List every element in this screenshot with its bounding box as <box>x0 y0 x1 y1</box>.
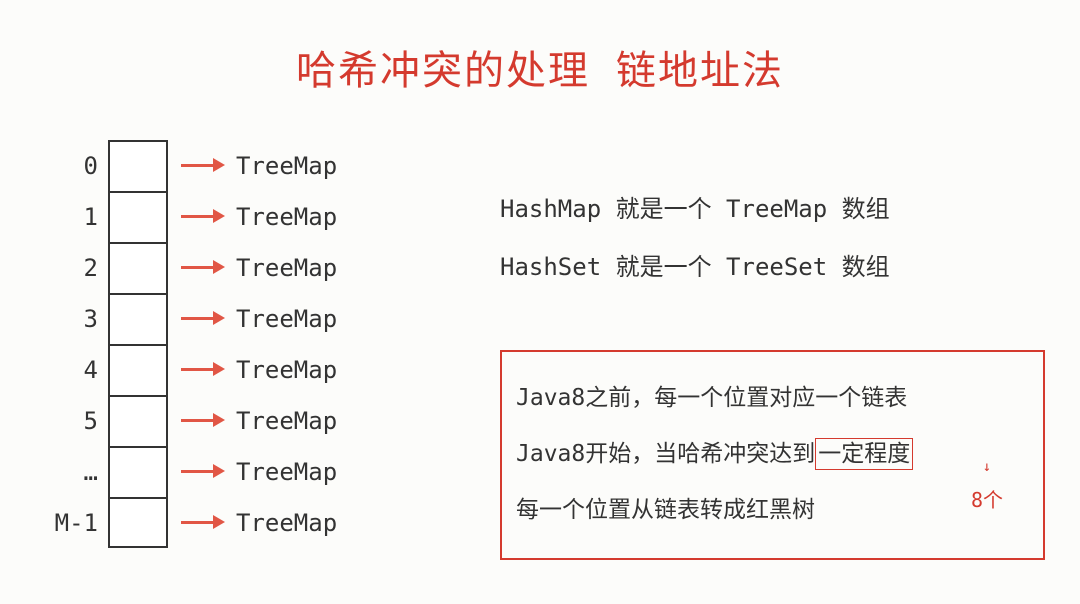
bucket-value-label: TreeMap <box>228 152 337 180</box>
arrow-icon <box>168 215 228 218</box>
description-line: HashMap 就是一个 TreeMap 数组 <box>500 180 890 238</box>
annotation-label: ↓ 8个 <box>971 462 1003 528</box>
bucket-index: 3 <box>48 305 108 333</box>
bucket-cell <box>108 242 168 293</box>
description-block: HashMap 就是一个 TreeMap 数组 HashSet 就是一个 Tre… <box>500 180 890 296</box>
diagram-title: 哈希冲突的处理 链地址法 <box>0 0 1080 96</box>
bucket-cell <box>108 446 168 497</box>
bucket-value-label: TreeMap <box>228 356 337 384</box>
highlight-line: 每一个位置从链表转成红黑树 <box>516 482 1029 538</box>
inner-highlight-box: 一定程度 <box>815 438 913 470</box>
bucket-value-label: TreeMap <box>228 458 337 486</box>
bucket-cell <box>108 497 168 548</box>
bucket-index: 2 <box>48 254 108 282</box>
bucket-value-label: TreeMap <box>228 254 337 282</box>
down-arrow-icon: ↓ <box>971 462 1003 472</box>
arrow-icon <box>168 317 228 320</box>
hash-buckets-diagram: 0 TreeMap 1 TreeMap 2 TreeMap 3 TreeMap … <box>48 140 337 548</box>
highlight-box: Java8之前，每一个位置对应一个链表 Java8开始，当哈希冲突达到一定程度 … <box>500 350 1045 560</box>
bucket-row: M-1 TreeMap <box>48 497 337 548</box>
bucket-value-label: TreeMap <box>228 407 337 435</box>
highlight-line: Java8之前，每一个位置对应一个链表 <box>516 370 1029 426</box>
bucket-cell <box>108 140 168 191</box>
bucket-index: 0 <box>48 152 108 180</box>
arrow-icon <box>168 266 228 269</box>
highlight-line-prefix: Java8开始，当哈希冲突达到 <box>516 441 815 467</box>
arrow-icon <box>168 164 228 167</box>
bucket-cell <box>108 344 168 395</box>
annotation-text: 8个 <box>971 472 1003 528</box>
bucket-row: 1 TreeMap <box>48 191 337 242</box>
highlight-line: Java8开始，当哈希冲突达到一定程度 <box>516 426 1029 482</box>
bucket-row: … TreeMap <box>48 446 337 497</box>
bucket-value-label: TreeMap <box>228 305 337 333</box>
bucket-index: M-1 <box>48 509 108 537</box>
bucket-row: 4 TreeMap <box>48 344 337 395</box>
bucket-value-label: TreeMap <box>228 203 337 231</box>
bucket-index: 1 <box>48 203 108 231</box>
arrow-icon <box>168 470 228 473</box>
bucket-row: 3 TreeMap <box>48 293 337 344</box>
arrow-icon <box>168 368 228 371</box>
bucket-cell <box>108 395 168 446</box>
description-line: HashSet 就是一个 TreeSet 数组 <box>500 238 890 296</box>
arrow-icon <box>168 419 228 422</box>
bucket-row: 2 TreeMap <box>48 242 337 293</box>
bucket-cell <box>108 293 168 344</box>
arrow-icon <box>168 521 228 524</box>
bucket-row: 5 TreeMap <box>48 395 337 446</box>
bucket-value-label: TreeMap <box>228 509 337 537</box>
bucket-index: 4 <box>48 356 108 384</box>
bucket-index: 5 <box>48 407 108 435</box>
bucket-row: 0 TreeMap <box>48 140 337 191</box>
bucket-cell <box>108 191 168 242</box>
bucket-index: … <box>48 458 108 486</box>
